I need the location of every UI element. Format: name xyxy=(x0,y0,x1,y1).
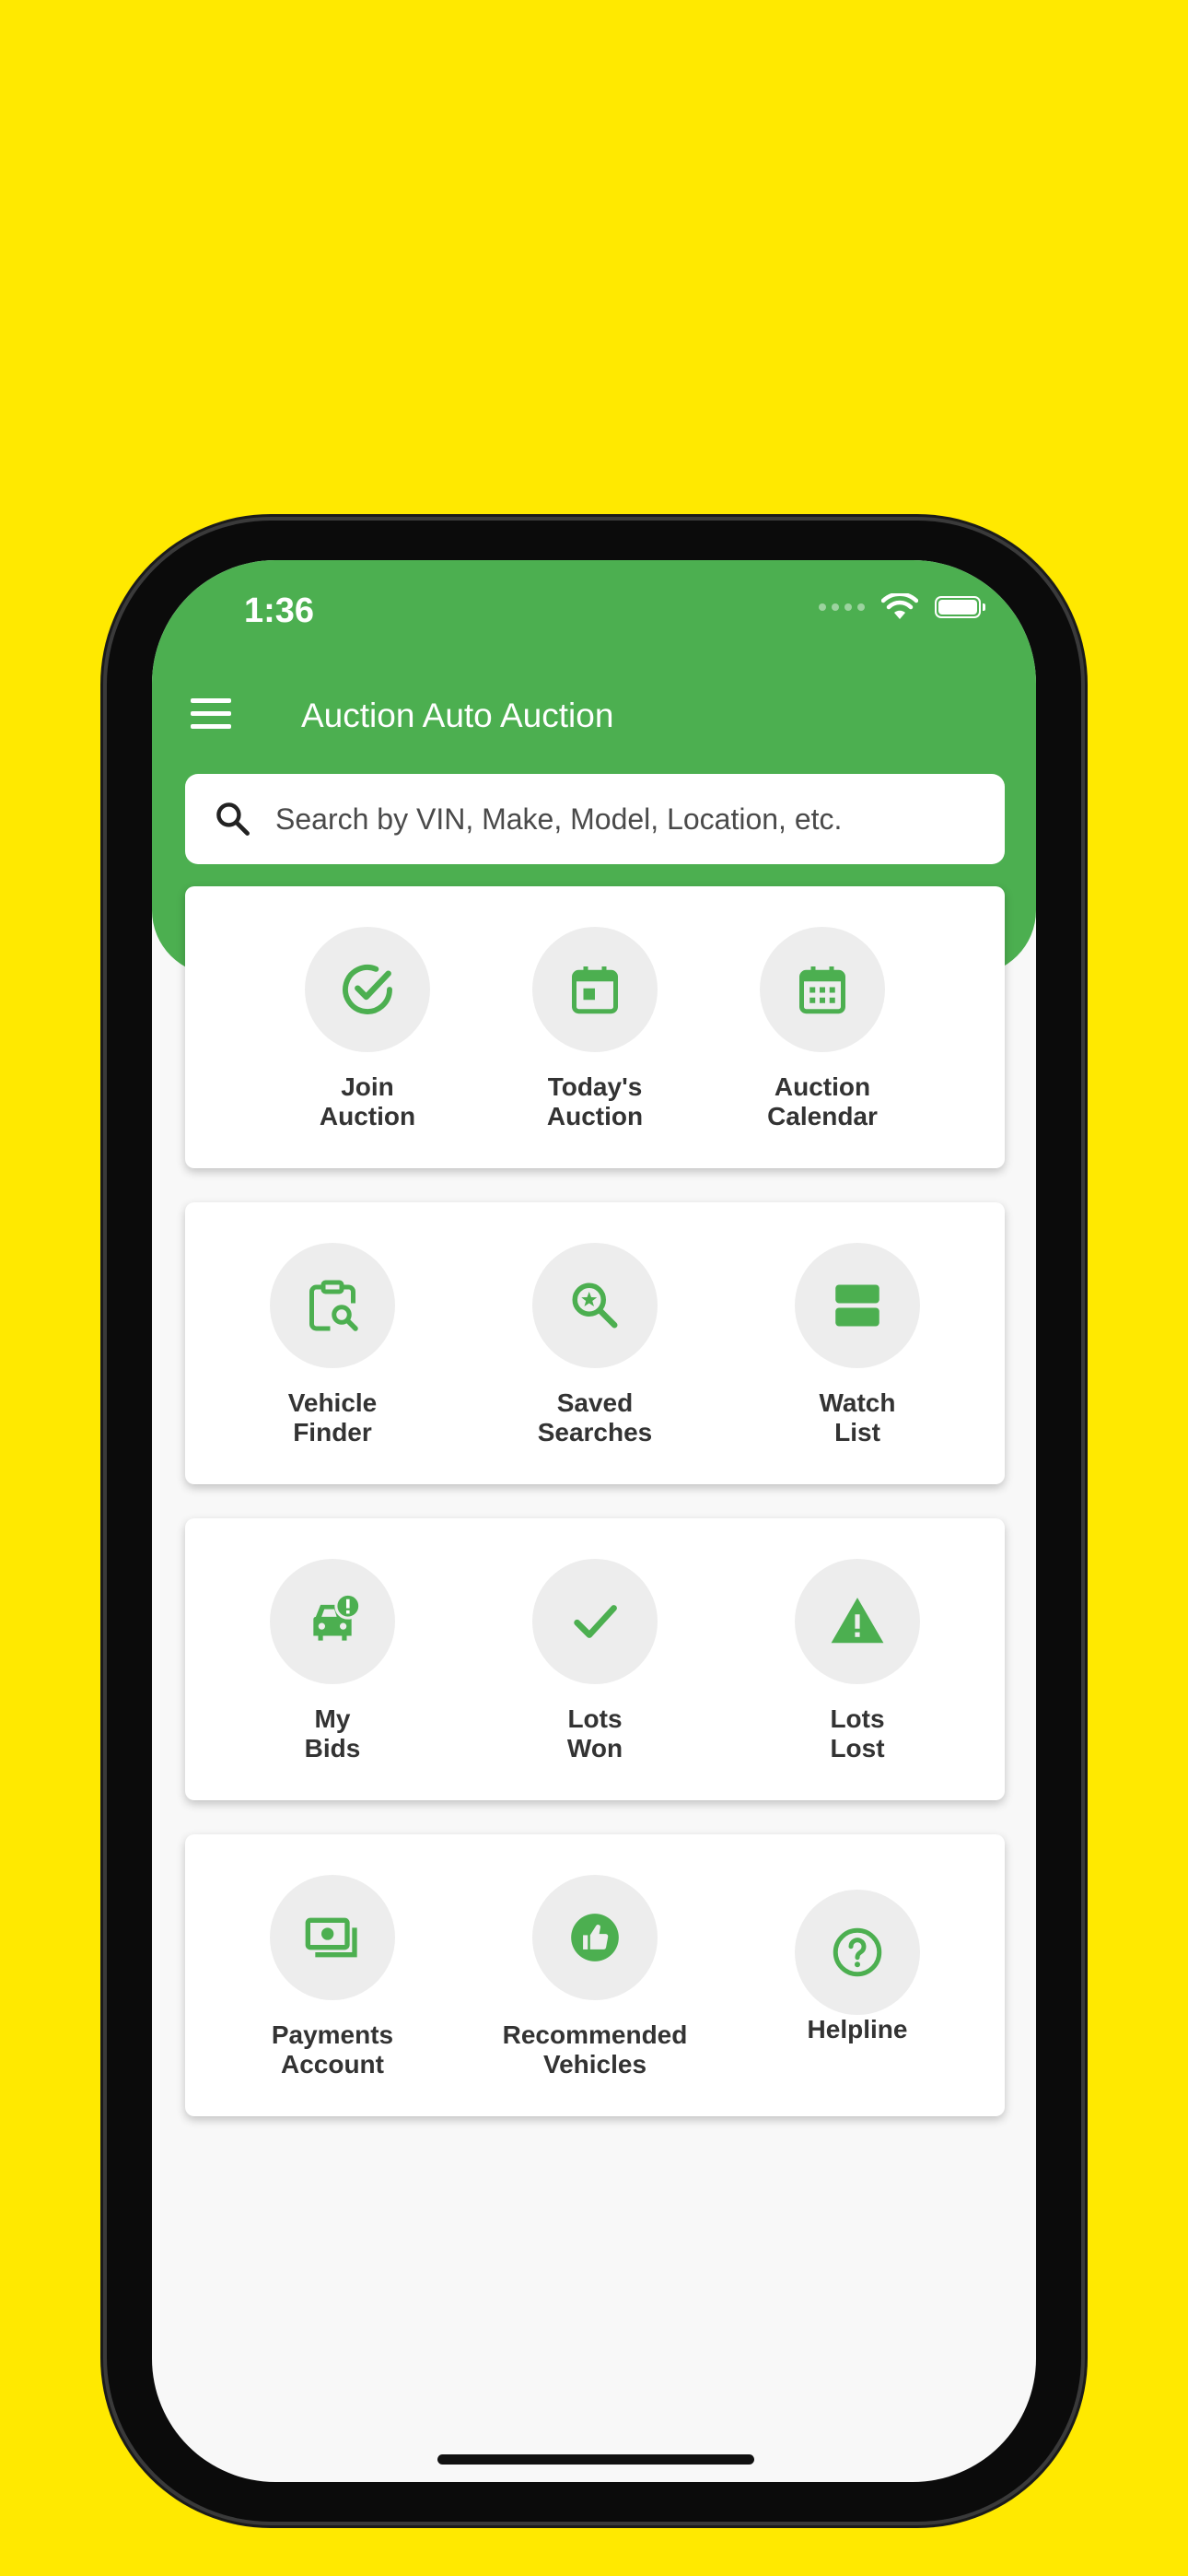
join-auction-tile[interactable]: Join Auction xyxy=(266,927,469,1131)
my-bids-icon-circle xyxy=(270,1559,395,1684)
lots-lost-label: Lots Lost xyxy=(830,1704,885,1762)
bids-card: My Bids Lots Won Lots Lost xyxy=(185,1518,1005,1800)
search-input[interactable] xyxy=(274,801,977,837)
saved-search-icon xyxy=(572,1282,618,1329)
search-icon xyxy=(216,802,250,836)
my-bids-label: My Bids xyxy=(304,1704,361,1762)
helpline-icon-circle xyxy=(795,1890,920,2015)
join-auction-label: Join Auction xyxy=(319,1072,416,1130)
view-stream-icon xyxy=(835,1284,879,1327)
saved-searches-icon-circle xyxy=(532,1243,658,1368)
check-icon xyxy=(574,1605,617,1638)
vehicles-card: Vehicle Finder Saved Searches Watch List xyxy=(185,1202,1005,1484)
my-bids-tile[interactable]: My Bids xyxy=(231,1559,434,1763)
todays-auction-icon-circle xyxy=(532,927,658,1052)
payments-account-tile[interactable]: Payments Account xyxy=(231,1875,434,2079)
calendar-month-icon xyxy=(799,966,845,1014)
auction-calendar-label: Auction Calendar xyxy=(767,1072,878,1130)
wifi-icon xyxy=(881,593,918,619)
vehicle-finder-tile[interactable]: Vehicle Finder xyxy=(231,1243,434,1447)
saved-searches-label: Saved Searches xyxy=(537,1388,653,1446)
watch-list-icon-circle xyxy=(795,1243,920,1368)
recommended-vehicles-icon-circle xyxy=(532,1875,658,2000)
todays-auction-tile[interactable]: Today's Auction xyxy=(494,927,696,1131)
recommend-icon xyxy=(571,1914,619,1961)
recommended-vehicles-tile[interactable]: Recommended Vehicles xyxy=(494,1875,696,2079)
payments-account-icon-circle xyxy=(270,1875,395,2000)
help-circle-icon xyxy=(833,1927,882,1977)
menu-button[interactable] xyxy=(191,698,231,730)
warning-icon xyxy=(831,1598,884,1644)
clipboard-search-icon xyxy=(309,1280,358,1331)
signal-dots-icon xyxy=(819,603,865,611)
watch-list-tile[interactable]: Watch List xyxy=(756,1243,959,1447)
watch-list-label: Watch List xyxy=(819,1388,896,1446)
join-auction-icon-circle xyxy=(305,927,430,1052)
lots-won-tile[interactable]: Lots Won xyxy=(494,1559,696,1763)
account-card: Payments Account Recommended Vehicles He… xyxy=(185,1834,1005,2116)
calendar-today-icon xyxy=(572,966,618,1014)
app-screen: 1:36 Auction Auto Auction Join xyxy=(152,560,1036,2482)
car-alert-icon xyxy=(313,1593,361,1641)
home-indicator[interactable] xyxy=(437,2454,754,2465)
app-title: Auction Auto Auction xyxy=(301,697,614,734)
todays-auction-label: Today's Auction xyxy=(546,1072,644,1130)
helpline-tile[interactable]: Helpline xyxy=(756,1890,959,2044)
search-bar[interactable] xyxy=(185,774,1005,864)
vehicle-finder-label: Vehicle Finder xyxy=(287,1388,378,1446)
auction-calendar-tile[interactable]: Auction Calendar xyxy=(721,927,924,1131)
helpline-label: Helpline xyxy=(807,2015,908,2043)
auction-calendar-icon-circle xyxy=(760,927,885,1052)
auction-card: Join Auction Today's Auction Auction Cal… xyxy=(185,886,1005,1168)
saved-searches-tile[interactable]: Saved Searches xyxy=(494,1243,696,1447)
vehicle-finder-icon-circle xyxy=(270,1243,395,1368)
lots-won-label: Lots Won xyxy=(566,1704,623,1762)
payments-account-label: Payments Account xyxy=(271,2020,394,2078)
lots-won-icon-circle xyxy=(532,1559,658,1684)
status-icons xyxy=(819,593,985,621)
battery-icon xyxy=(935,596,985,618)
lots-lost-tile[interactable]: Lots Lost xyxy=(756,1559,959,1763)
check-circle-icon xyxy=(343,965,392,1014)
status-time: 1:36 xyxy=(244,591,315,630)
recommended-vehicles-label: Recommended Vehicles xyxy=(502,2020,688,2078)
lots-lost-icon-circle xyxy=(795,1559,920,1684)
payments-icon xyxy=(305,1917,357,1958)
